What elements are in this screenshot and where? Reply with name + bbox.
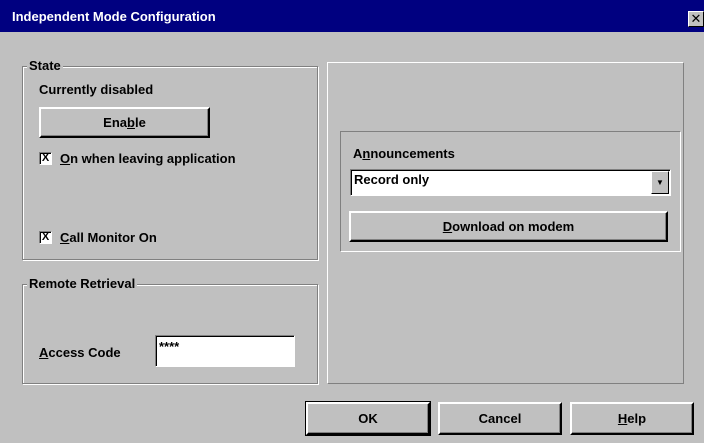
announcements-label: Announcements — [353, 146, 455, 161]
check-mark-icon: X — [41, 152, 50, 164]
call-monitor-rest: all Monitor On — [69, 230, 157, 245]
download-rest: ownload on modem — [452, 219, 575, 234]
chevron-down-icon[interactable]: ▼ — [651, 171, 669, 194]
remote-retrieval-group: Remote Retrieval — [22, 276, 318, 384]
call-monitor-mnemonic: C — [60, 230, 70, 245]
on-leaving-label[interactable]: On when leaving application — [60, 151, 236, 166]
on-leaving-rest: n when leaving application — [70, 151, 236, 166]
access-code-rest: ccess Code — [48, 345, 121, 360]
remote-retrieval-legend: Remote Retrieval — [27, 276, 138, 291]
window-title: Independent Mode Configuration — [12, 9, 216, 24]
download-on-modem-button[interactable]: Download on modem — [349, 211, 668, 242]
announcements-pre: A — [353, 146, 363, 161]
close-icon: ✕ — [690, 11, 702, 26]
status-text: Currently disabled — [39, 82, 154, 97]
access-code-input[interactable]: **** — [155, 335, 295, 367]
access-code-mnemonic: A — [39, 345, 49, 360]
access-code-label: Access Code — [39, 345, 121, 360]
close-button[interactable]: ✕ — [688, 11, 704, 27]
download-mnemonic: D — [442, 219, 453, 234]
help-button[interactable]: Help — [570, 402, 694, 435]
enable-label-mnemonic: b — [127, 115, 135, 130]
call-monitor-label[interactable]: Call Monitor On — [60, 230, 157, 245]
announcements-post: nouncements — [370, 146, 455, 161]
enable-label-post: le — [134, 115, 146, 130]
on-leaving-checkbox[interactable]: X — [39, 152, 52, 165]
cancel-button[interactable]: Cancel — [438, 402, 562, 435]
state-legend: State — [27, 58, 63, 73]
enable-label-pre: Ena — [103, 115, 128, 130]
enable-button[interactable]: Ena b le — [39, 107, 210, 138]
announcements-selected: Record only — [354, 172, 430, 187]
ok-label: OK — [358, 411, 378, 426]
announcements-dropdown[interactable]: Record only ▼ — [350, 169, 671, 196]
on-leaving-mnemonic: O — [60, 151, 71, 166]
title-bar: Independent Mode Configuration ✕ — [0, 0, 704, 32]
check-mark-icon: X — [41, 231, 50, 243]
call-monitor-checkbox[interactable]: X — [39, 231, 52, 244]
ok-button[interactable]: OK — [305, 401, 431, 436]
cancel-label: Cancel — [478, 411, 522, 426]
help-rest: elp — [627, 411, 647, 426]
help-mnemonic: H — [617, 411, 628, 426]
